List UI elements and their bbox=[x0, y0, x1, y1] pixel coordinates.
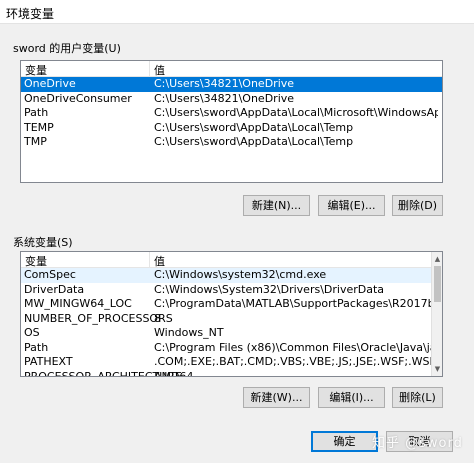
variable-value-cell: 8 bbox=[154, 311, 161, 325]
title-bar: 环境变量 bbox=[0, 0, 474, 24]
variable-value-cell: C:\Users\34821\OneDrive bbox=[154, 77, 295, 90]
table-row[interactable]: OneDriveConsumer C:\Users\34821\OneDrive bbox=[21, 92, 442, 107]
variable-value-cell: C:\Users\sword\AppData\Local\Temp bbox=[154, 120, 354, 134]
user-vars-list[interactable]: 变量 值 OneDrive C:\Users\34821\OneDrive OneD… bbox=[20, 60, 443, 183]
column-header-variable[interactable]: 变量 bbox=[25, 253, 47, 269]
variable-name-cell: ComSpec bbox=[24, 268, 76, 281]
user-vars-body: OneDrive C:\Users\34821\OneDrive OneDriveC… bbox=[21, 77, 442, 150]
variable-value-cell: C:\ProgramData\MATLAB\SupportPackages\R2… bbox=[154, 297, 438, 310]
variable-name-cell: OneDrive bbox=[24, 77, 76, 90]
variable-name-cell: TEMP bbox=[24, 120, 54, 134]
table-row[interactable]: ComSpec C:\Windows\system32\cmd.exe bbox=[21, 268, 442, 283]
user-vars-label: sword 的用户变量(U) bbox=[13, 42, 121, 55]
user-vars-header: 变量 值 bbox=[21, 61, 442, 77]
variable-name-cell: Path bbox=[24, 340, 49, 354]
variable-name-cell: OneDriveConsumer bbox=[24, 91, 132, 105]
scroll-down-icon[interactable]: ▼ bbox=[433, 364, 442, 374]
variable-name-cell: Path bbox=[24, 106, 49, 119]
variable-value-cell: .COM;.EXE;.BAT;.CMD;.VBS;.VBE;.JS;.JSE;.… bbox=[154, 355, 438, 368]
variable-value-cell: C:\Users\sword\AppData\Local\Microsoft\W… bbox=[154, 106, 438, 119]
table-row[interactable]: TMP C:\Users\sword\AppData\Local\Temp bbox=[21, 135, 442, 150]
table-row[interactable]: Path C:\Users\sword\AppData\Local\Microso… bbox=[21, 106, 442, 121]
variable-value-cell: C:\Windows\system32\cmd.exe bbox=[154, 268, 327, 281]
variable-name-cell: TMP bbox=[24, 135, 47, 148]
table-row[interactable]: OneDrive C:\Users\34821\OneDrive bbox=[21, 77, 442, 92]
table-row[interactable]: PROCESSOR_ARCHITECTURE AMD64 bbox=[21, 369, 442, 377]
scroll-up-icon[interactable]: ▲ bbox=[433, 254, 442, 264]
system-delete-button[interactable]: 删除(L) bbox=[392, 387, 443, 408]
column-header-variable[interactable]: 变量 bbox=[25, 62, 47, 78]
watermark: 知乎 @sword bbox=[372, 436, 463, 451]
variable-value-cell: C:\Users\34821\OneDrive bbox=[154, 91, 295, 105]
variable-name-cell: PATHEXT bbox=[24, 355, 73, 368]
variable-value-cell: C:\Windows\System32\Drivers\DriverData bbox=[154, 282, 385, 296]
system-vars-scrollbar[interactable]: ▲ ▼ bbox=[431, 252, 442, 376]
system-vars-body: ComSpec C:\Windows\system32\cmd.exe Driver… bbox=[21, 268, 442, 377]
table-row[interactable]: PATHEXT .COM;.EXE;.BAT;.CMD;.VBS;.VBE;.JS… bbox=[21, 355, 442, 370]
table-row[interactable]: MW_MINGW64_LOC C:\ProgramData\MATLAB\Supp… bbox=[21, 297, 442, 312]
ok-button[interactable]: 确定 bbox=[311, 431, 378, 452]
column-header-value[interactable]: 值 bbox=[154, 62, 165, 78]
scroll-thumb[interactable] bbox=[434, 266, 441, 302]
system-vars-label: 系统变量(S) bbox=[13, 236, 73, 249]
table-row[interactable]: OS Windows_NT bbox=[21, 326, 442, 341]
system-vars-header: 变量 值 bbox=[21, 252, 442, 268]
variable-value-cell: C:\Users\sword\AppData\Local\Temp bbox=[154, 135, 354, 148]
variable-value-cell: AMD64 bbox=[154, 369, 194, 377]
system-vars-list[interactable]: 变量 值 ComSpec C:\Windows\system32\cmd.exe D… bbox=[20, 251, 443, 377]
variable-name-cell: NUMBER_OF_PROCESSORS bbox=[24, 311, 173, 325]
user-delete-button[interactable]: 删除(D) bbox=[392, 195, 443, 216]
system-new-button[interactable]: 新建(W)... bbox=[243, 387, 310, 408]
variable-name-cell: MW_MINGW64_LOC bbox=[24, 297, 132, 310]
table-row[interactable]: DriverData C:\Windows\System32\Drivers\Dr… bbox=[21, 283, 442, 298]
variable-value-cell: Windows_NT bbox=[154, 326, 224, 339]
table-row[interactable]: Path C:\Program Files (x86)\Common Files\… bbox=[21, 341, 442, 356]
variable-name-cell: OS bbox=[24, 326, 40, 339]
table-row[interactable]: NUMBER_OF_PROCESSORS 8 bbox=[21, 312, 442, 327]
table-row[interactable]: TEMP C:\Users\sword\AppData\Local\Temp bbox=[21, 121, 442, 136]
column-header-value[interactable]: 值 bbox=[154, 253, 165, 269]
user-new-button[interactable]: 新建(N)... bbox=[243, 195, 310, 216]
variable-name-cell: DriverData bbox=[24, 282, 85, 296]
variable-value-cell: C:\Program Files (x86)\Common Files\Orac… bbox=[154, 340, 438, 354]
user-edit-button[interactable]: 编辑(E)... bbox=[318, 195, 385, 216]
window-title: 环境变量 bbox=[6, 7, 55, 21]
system-edit-button[interactable]: 编辑(I)... bbox=[318, 387, 385, 408]
